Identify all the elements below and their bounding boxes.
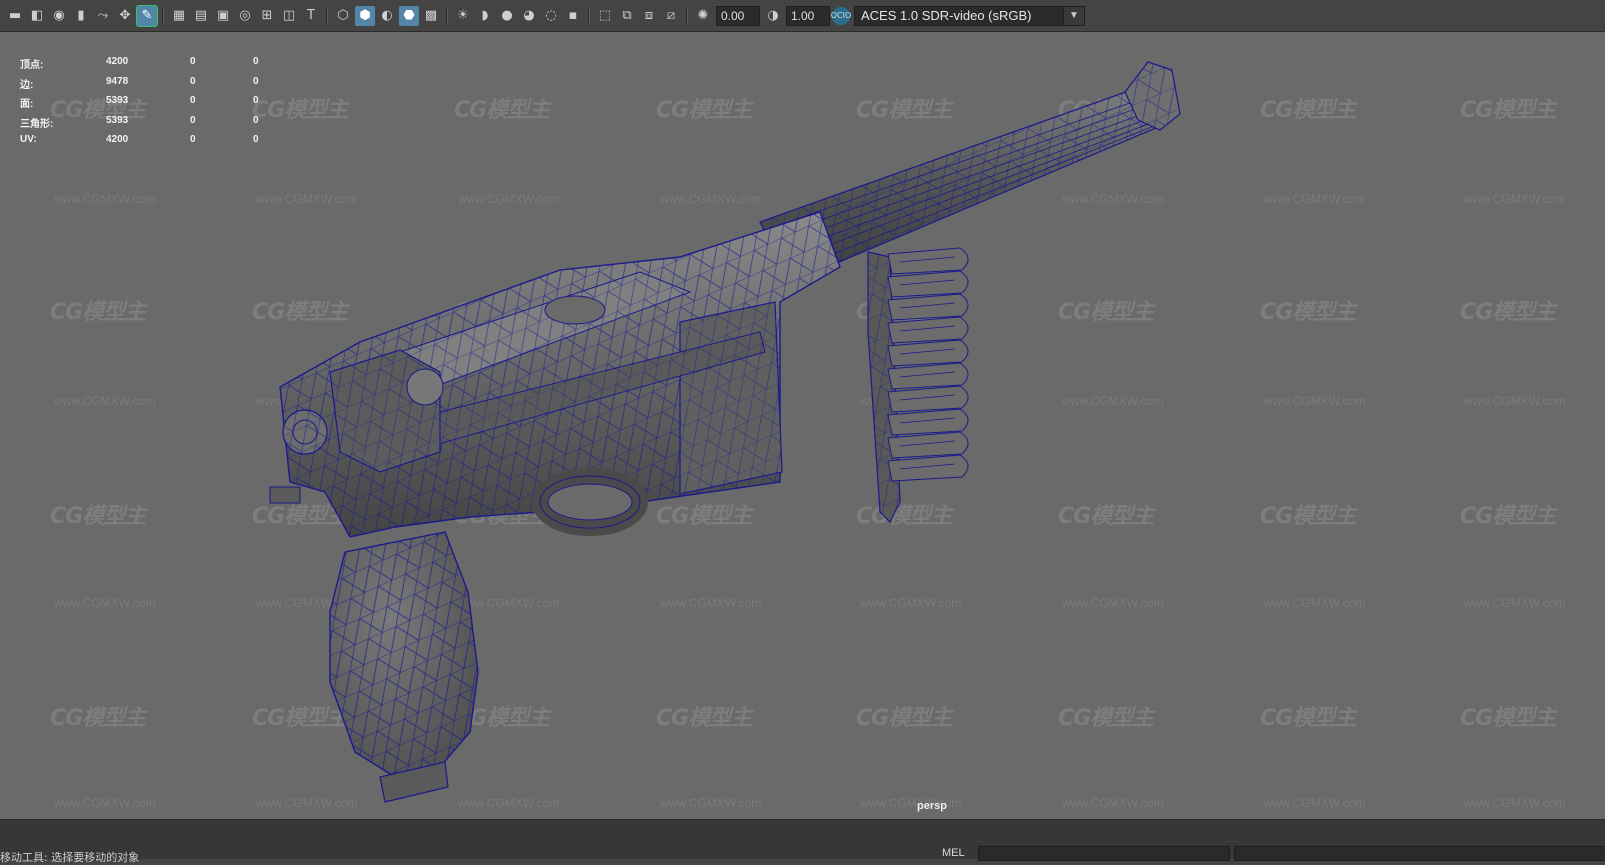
shadows-icon[interactable]: ◗ — [475, 6, 495, 26]
viewport-panel-toolbar: ▬ ◧ ◉ ▮ ⤳ ✥ ✎ ▦ ▤ ▣ ◎ ⊞ ◫ T ⬡ ⬢ ◐ ⬣ ▩ ☀ … — [0, 0, 1605, 32]
hud-label: 面: — [20, 99, 34, 111]
field-chart-icon[interactable]: ⊞ — [257, 6, 277, 26]
gate-tools-group: ▦ ▤ ▣ ◎ ⊞ ◫ T — [168, 4, 322, 28]
camera-tools-group: ▬ ◧ ◉ ▮ ⤳ ✥ ✎ — [4, 4, 158, 28]
hud-label: 边: — [20, 79, 34, 91]
motion-blur-icon[interactable]: ◕ — [519, 6, 539, 26]
hud-row: 三角形: 5393 0 0 — [20, 115, 290, 135]
mel-language-toggle[interactable]: MEL — [942, 847, 965, 859]
smooth-shade-icon[interactable]: ⬢ — [355, 5, 375, 26]
wireframe-on-shaded-icon[interactable]: ⬣ — [399, 5, 419, 26]
hud-value: 0 — [190, 56, 196, 67]
cartridge — [887, 293, 969, 321]
wireframe-icon[interactable]: ⬡ — [333, 6, 353, 26]
ambient-occlusion-icon[interactable]: ● — [497, 6, 517, 26]
exposure-field[interactable]: 0.00 — [716, 5, 760, 26]
grease-pencil-icon[interactable]: ✎ — [136, 4, 158, 27]
hud-value: 0 — [253, 75, 259, 87]
color-tools-group: ✺ 0.00 ◑ 1.00 OCIO ACES 1.0 SDR-video (s… — [692, 4, 1085, 28]
hud-label: UV: — [20, 134, 37, 146]
2d-pan-icon[interactable]: ⤳ — [93, 6, 113, 26]
chevron-down-icon[interactable]: ▼ — [1063, 6, 1084, 25]
lighting-tools-group: ☀ ◗ ● ◕ ◌ ▪ — [452, 4, 584, 28]
cartridge — [887, 454, 969, 482]
lights-icon[interactable]: ☀ — [453, 6, 473, 26]
separator — [446, 6, 448, 25]
hud-value: 5393 — [106, 95, 129, 107]
hud-value: 0 — [190, 95, 196, 107]
xray-active-icon[interactable]: ⧈ — [639, 6, 659, 26]
hud-row: 顶点: 4200 0 0 — [20, 56, 290, 76]
gamma-icon[interactable]: ◑ — [763, 6, 783, 26]
hud-label: 三角形: — [20, 118, 54, 130]
hud-row: 面: 5393 0 0 — [20, 95, 290, 115]
receiver — [269, 211, 841, 538]
cartridge — [887, 408, 969, 436]
hud-value: 0 — [190, 75, 196, 87]
xray-icon[interactable]: ▩ — [421, 6, 441, 26]
hud-value: 5393 — [106, 114, 129, 126]
hud-label: 顶点: — [20, 60, 44, 71]
color-management-icon[interactable]: OCIO — [831, 6, 851, 25]
hud-value: 0 — [253, 114, 259, 126]
cartridge — [887, 270, 969, 298]
exposure-icon[interactable]: ✺ — [693, 6, 713, 26]
hud-value: 0 — [253, 56, 259, 67]
antialias-icon[interactable]: ◌ — [541, 6, 561, 26]
gamma-field[interactable]: 1.00 — [786, 5, 830, 26]
gate-mask-icon[interactable]: ◎ — [235, 6, 255, 26]
cartridge — [887, 385, 969, 413]
separator — [326, 6, 328, 25]
cartridge — [887, 431, 969, 459]
separator — [162, 6, 164, 25]
hud-row: 边: 9478 0 0 — [20, 76, 290, 96]
image-plane-icon[interactable]: ▮ — [71, 6, 91, 26]
cartridge — [887, 339, 969, 367]
backface-icon[interactable]: ⧄ — [661, 6, 681, 26]
help-line: 移动工具: 选择要移动的对象 — [0, 851, 140, 864]
cartridge — [887, 247, 969, 275]
hud-value: 0 — [190, 134, 196, 146]
xray-joints-icon[interactable]: ⧉ — [617, 6, 637, 26]
transform-icon[interactable]: ✥ — [115, 6, 135, 26]
shading-tools-group: ⬡ ⬢ ◐ ⬣ ▩ — [332, 4, 442, 28]
hud-value: 0 — [253, 134, 259, 146]
perspective-viewport[interactable]: CG模型主 CG模型主 CG模型主 CG模型主 www.CGMXW.com www.CGM… — [0, 32, 1605, 819]
safe-title-icon[interactable]: T — [301, 6, 321, 26]
stripper-clip — [867, 247, 969, 524]
hud-value: 0 — [190, 114, 196, 126]
color-space-dropdown[interactable]: ACES 1.0 SDR-video (sRGB) ▼ — [854, 5, 1085, 26]
safe-action-icon[interactable]: ◫ — [279, 6, 299, 26]
cartridge — [887, 362, 969, 390]
hud-row: UV: 4200 0 0 — [20, 134, 290, 154]
color-space-label: ACES 1.0 SDR-video (sRGB) — [861, 8, 1032, 23]
bookmark-icon[interactable]: ◉ — [49, 6, 69, 26]
camera-attrs-icon[interactable]: ◧ — [27, 6, 47, 26]
default-material-icon[interactable]: ◐ — [377, 6, 397, 26]
camera-name-label: persp — [917, 800, 947, 812]
grip — [329, 531, 479, 803]
hud-value: 0 — [253, 95, 259, 107]
poly-count-hud: 顶点: 4200 0 0 边: 9478 0 0 面: 5393 0 0 三角形: 5393 0 0 UV: 42… — [20, 56, 290, 154]
isolate-tools-group: ⬚ ⧉ ⧈ ⧄ — [594, 4, 682, 28]
cartridge — [887, 316, 969, 344]
depth-of-field-icon[interactable]: ▪ — [563, 6, 583, 26]
hud-value: 9478 — [106, 75, 129, 87]
resolution-gate-icon[interactable]: ▣ — [213, 6, 233, 26]
camera-icon[interactable]: ▬ — [5, 6, 25, 26]
hud-value: 4200 — [106, 134, 129, 146]
hud-value: 4200 — [106, 56, 129, 67]
film-gate-icon[interactable]: ▤ — [191, 6, 211, 26]
separator — [588, 6, 590, 25]
grid-icon[interactable]: ▦ — [169, 6, 189, 26]
separator — [686, 6, 688, 25]
isolate-select-icon[interactable]: ⬚ — [595, 6, 615, 26]
